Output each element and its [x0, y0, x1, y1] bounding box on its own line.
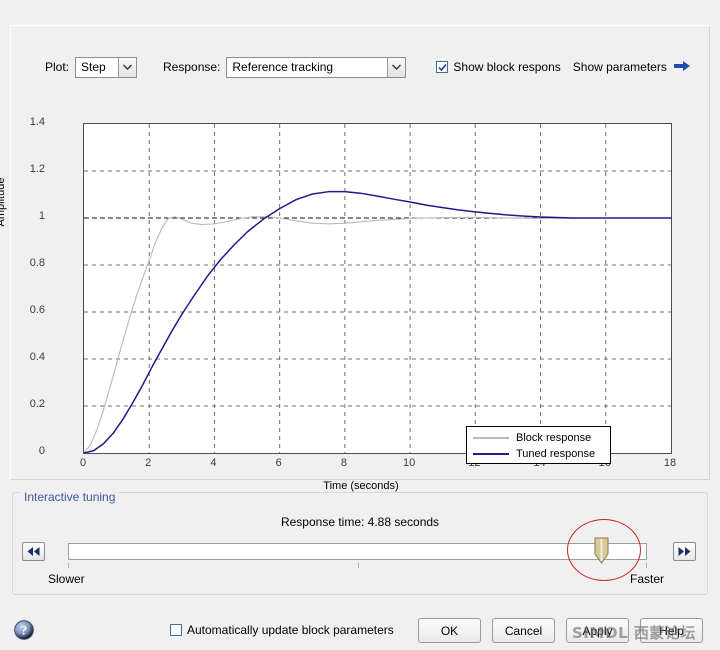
x-tick-label: 4	[210, 457, 217, 469]
chevron-down-icon[interactable]	[387, 57, 406, 77]
rewind-icon[interactable]	[22, 542, 45, 561]
response-dropdown[interactable]: Reference tracking	[226, 56, 407, 78]
response-time-slider[interactable]	[68, 543, 647, 560]
response-label: Response:	[163, 60, 221, 74]
question-mark-icon[interactable]: ?	[12, 618, 36, 645]
slider-tick	[68, 563, 69, 568]
x-tick-label: 10	[402, 457, 416, 469]
y-tick-label: 1.4	[29, 116, 45, 128]
plot-toolbar: Plot: Step Response: Reference tracking …	[11, 50, 711, 84]
slider-tick	[358, 563, 359, 568]
y-tick-label: 0	[38, 445, 45, 457]
y-tick-label: 0.6	[29, 304, 45, 316]
right-arrow-icon[interactable]	[673, 60, 691, 75]
response-chart: Amplitude Time (seconds) 0 0.2 0.4 0.6 0.8 1 1…	[0, 84, 711, 492]
y-tick-label: 0.2	[29, 398, 45, 410]
y-tick-label: 0.8	[29, 257, 45, 269]
legend-item: Block response	[467, 430, 610, 446]
plot-type-dropdown[interactable]: Step	[75, 56, 138, 78]
slider-faster-label: Faster	[630, 572, 665, 586]
plot-panel: Plot: Step Response: Reference tracking …	[0, 25, 711, 492]
show-block-response-label: Show block respons	[453, 60, 561, 74]
slider-slower-label: Slower	[48, 572, 85, 586]
svg-text:?: ?	[21, 624, 27, 638]
ok-button[interactable]: OK	[418, 618, 481, 643]
plot-type-label: Plot:	[45, 60, 70, 74]
y-tick-label: 1.2	[29, 163, 45, 175]
chart-legend: Block response Tuned response	[466, 426, 611, 464]
watermark: SIMOL 西蒙论坛	[572, 624, 696, 642]
cancel-button[interactable]: Cancel	[492, 618, 555, 643]
y-tick-label: 0.4	[29, 351, 45, 363]
plot-frame	[83, 123, 672, 454]
show-parameters-link[interactable]: Show parameters	[573, 60, 691, 75]
auto-update-checkbox[interactable]: Automatically update block parameters	[170, 623, 394, 637]
auto-update-label: Automatically update block parameters	[187, 623, 394, 637]
x-tick-label: 18	[663, 457, 677, 469]
legend-label-block: Block response	[516, 432, 592, 444]
slider-tick	[646, 563, 647, 568]
legend-swatch-block	[473, 437, 509, 439]
legend-label-tuned: Tuned response	[516, 448, 596, 460]
y-axis-label: Amplitude	[0, 177, 7, 227]
response-value: Reference tracking	[232, 60, 334, 74]
plot-type-value: Step	[81, 60, 106, 74]
checkbox-box[interactable]	[170, 624, 182, 636]
x-tick-label: 0	[79, 457, 87, 469]
chevron-down-icon[interactable]	[118, 57, 137, 77]
y-tick-label: 1	[38, 210, 45, 222]
interactive-tuning-title: Interactive tuning	[20, 490, 120, 504]
fast-forward-icon[interactable]	[673, 542, 696, 561]
gridlines	[84, 124, 671, 453]
checkbox-box[interactable]	[436, 61, 449, 73]
plot-curves	[84, 124, 671, 453]
x-tick-label: 8	[340, 457, 347, 469]
show-block-response-checkbox[interactable]: Show block respons	[436, 60, 561, 74]
legend-item: Tuned response	[467, 446, 610, 462]
show-parameters-label: Show parameters	[572, 60, 667, 74]
x-tick-label: 2	[145, 457, 152, 469]
x-tick-label: 6	[275, 457, 282, 469]
legend-swatch-tuned	[473, 453, 509, 455]
